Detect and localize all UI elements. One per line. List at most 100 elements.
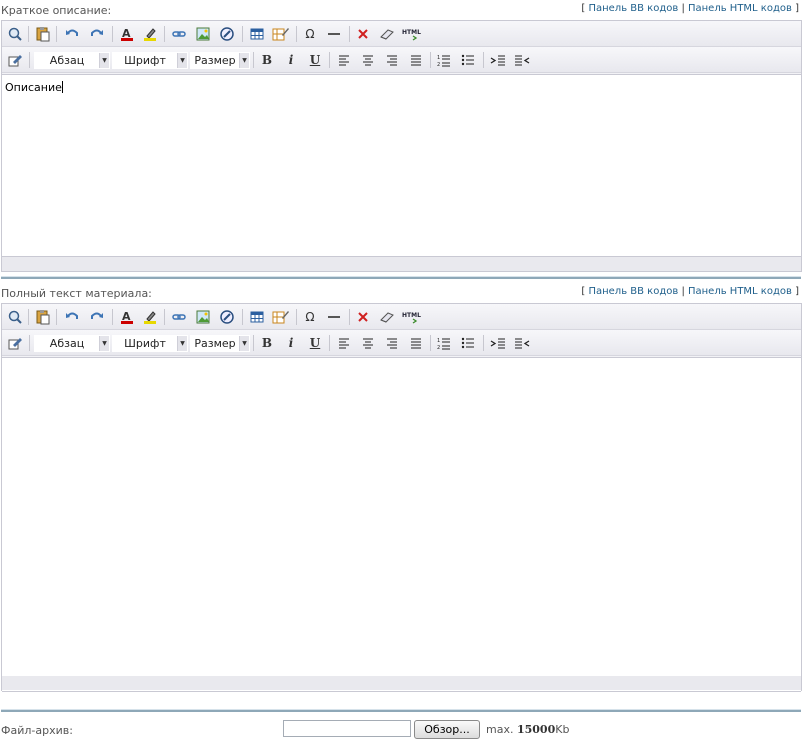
html-panel-link[interactable]: Панель HTML кодов	[688, 286, 792, 297]
chevron-down-icon: ▼	[177, 336, 187, 351]
font-select[interactable]: Шрифт ▼	[112, 335, 188, 352]
svg-text:HTML: HTML	[402, 312, 421, 319]
font-select[interactable]: Шрифт ▼	[112, 52, 188, 69]
full-text-label-row: Полный текст материала: [ Панель BB кодо…	[0, 283, 803, 303]
bb-panel-link[interactable]: Панель BB кодов	[588, 286, 678, 297]
html-source-icon[interactable]: HTML	[401, 24, 421, 44]
indent-icon[interactable]	[488, 333, 508, 353]
edit-icon[interactable]	[5, 50, 25, 70]
align-right-icon[interactable]	[382, 333, 402, 353]
full-text-label: Полный текст материала:	[1, 287, 152, 300]
full-text-textarea[interactable]	[2, 357, 801, 692]
editor-toolbar-row-1: A Ω HTML	[2, 304, 801, 330]
svg-text:HTML: HTML	[402, 29, 421, 36]
italic-icon[interactable]: i	[281, 333, 301, 353]
align-left-icon[interactable]	[334, 333, 354, 353]
html-source-icon[interactable]: HTML	[401, 307, 421, 327]
search-icon[interactable]	[5, 24, 25, 44]
image-icon[interactable]	[193, 307, 213, 327]
chevron-down-icon: ▼	[99, 53, 109, 68]
align-left-icon[interactable]	[334, 50, 354, 70]
short-description-label-row: Краткое описание: [ Панель BB кодов | Па…	[0, 0, 803, 20]
align-right-icon[interactable]	[382, 50, 402, 70]
table-edit-icon[interactable]	[271, 24, 291, 44]
svg-text:2: 2	[437, 345, 440, 350]
highlight-icon[interactable]	[140, 24, 160, 44]
panel-links: [ Панель BB кодов | Панель HTML кодов ]	[581, 3, 799, 14]
eraser-icon[interactable]	[377, 24, 397, 44]
indent-icon[interactable]	[488, 50, 508, 70]
svg-text:1: 1	[437, 338, 440, 344]
file-archive-label: Файл-архив:	[1, 724, 73, 737]
underline-icon[interactable]: U	[305, 333, 325, 353]
link-icon[interactable]	[169, 24, 189, 44]
anchor-icon[interactable]	[217, 24, 237, 44]
chevron-down-icon: ▼	[99, 336, 109, 351]
align-center-icon[interactable]	[358, 50, 378, 70]
align-center-icon[interactable]	[358, 333, 378, 353]
bold-icon[interactable]: B	[257, 50, 277, 70]
redo-icon[interactable]	[87, 24, 107, 44]
chevron-down-icon: ▼	[239, 53, 249, 68]
align-justify-icon[interactable]	[406, 50, 426, 70]
search-icon[interactable]	[5, 307, 25, 327]
html-panel-link[interactable]: Панель HTML кодов	[688, 3, 792, 14]
unordered-list-icon[interactable]	[458, 50, 478, 70]
eraser-icon[interactable]	[377, 307, 397, 327]
remove-icon[interactable]	[353, 307, 373, 327]
align-justify-icon[interactable]	[406, 333, 426, 353]
full-text-section: Полный текст материала: [ Панель BB кодо…	[0, 283, 803, 692]
undo-icon[interactable]	[62, 24, 82, 44]
browse-button[interactable]: Обзор...	[414, 720, 480, 739]
short-description-section: Краткое описание: [ Панель BB кодов | Па…	[0, 0, 803, 272]
omega-icon[interactable]: Ω	[300, 24, 320, 44]
outdent-icon[interactable]	[512, 50, 532, 70]
svg-text:1: 1	[437, 55, 440, 61]
editor-toolbar-row-2: Абзац ▼ Шрифт ▼ Размер ▼ B i U 1 2	[2, 330, 801, 356]
text-color-icon[interactable]: A	[117, 24, 137, 44]
hr-icon[interactable]	[324, 307, 344, 327]
format-select[interactable]: Абзац ▼	[34, 52, 110, 69]
editor-statusbar	[2, 257, 801, 271]
italic-icon[interactable]: i	[281, 50, 301, 70]
text-color-icon[interactable]: A	[117, 307, 137, 327]
editor-statusbar	[2, 676, 801, 690]
file-path-input[interactable]	[283, 720, 411, 737]
omega-icon[interactable]: Ω	[300, 307, 320, 327]
paste-icon[interactable]	[33, 24, 53, 44]
short-description-textarea[interactable]: Описание	[2, 74, 801, 257]
table-icon[interactable]	[247, 307, 267, 327]
bold-icon[interactable]: B	[257, 333, 277, 353]
section-divider	[1, 709, 801, 712]
link-icon[interactable]	[169, 307, 189, 327]
ordered-list-icon[interactable]: 12	[434, 50, 454, 70]
size-select[interactable]: Размер ▼	[190, 335, 250, 352]
anchor-icon[interactable]	[217, 307, 237, 327]
short-description-editor: A Ω HTML Абзац ▼ Шрифт ▼ Размер ▼ B i U …	[1, 20, 802, 272]
editor-toolbar-row-2: Абзац ▼ Шрифт ▼ Размер ▼ B i U 1 2	[2, 47, 801, 73]
max-size-info: max. 15000Kb	[486, 723, 570, 736]
full-text-editor: A Ω HTML Абзац ▼ Шрифт ▼ Размер ▼ B i U …	[1, 303, 802, 692]
table-icon[interactable]	[247, 24, 267, 44]
redo-icon[interactable]	[87, 307, 107, 327]
outdent-icon[interactable]	[512, 333, 532, 353]
underline-icon[interactable]: U	[305, 50, 325, 70]
ordered-list-icon[interactable]: 12	[434, 333, 454, 353]
image-icon[interactable]	[193, 24, 213, 44]
highlight-icon[interactable]	[140, 307, 160, 327]
short-description-label: Краткое описание:	[1, 4, 112, 17]
format-select[interactable]: Абзац ▼	[34, 335, 110, 352]
bb-panel-link[interactable]: Панель BB кодов	[588, 3, 678, 14]
panel-links: [ Панель BB кодов | Панель HTML кодов ]	[581, 286, 799, 297]
table-edit-icon[interactable]	[271, 307, 291, 327]
size-select[interactable]: Размер ▼	[190, 52, 250, 69]
chevron-down-icon: ▼	[177, 53, 187, 68]
unordered-list-icon[interactable]	[458, 333, 478, 353]
edit-icon[interactable]	[5, 333, 25, 353]
paste-icon[interactable]	[33, 307, 53, 327]
hr-icon[interactable]	[324, 24, 344, 44]
remove-icon[interactable]	[353, 24, 373, 44]
editor-text: Описание	[5, 81, 63, 94]
undo-icon[interactable]	[62, 307, 82, 327]
chevron-down-icon: ▼	[239, 336, 249, 351]
